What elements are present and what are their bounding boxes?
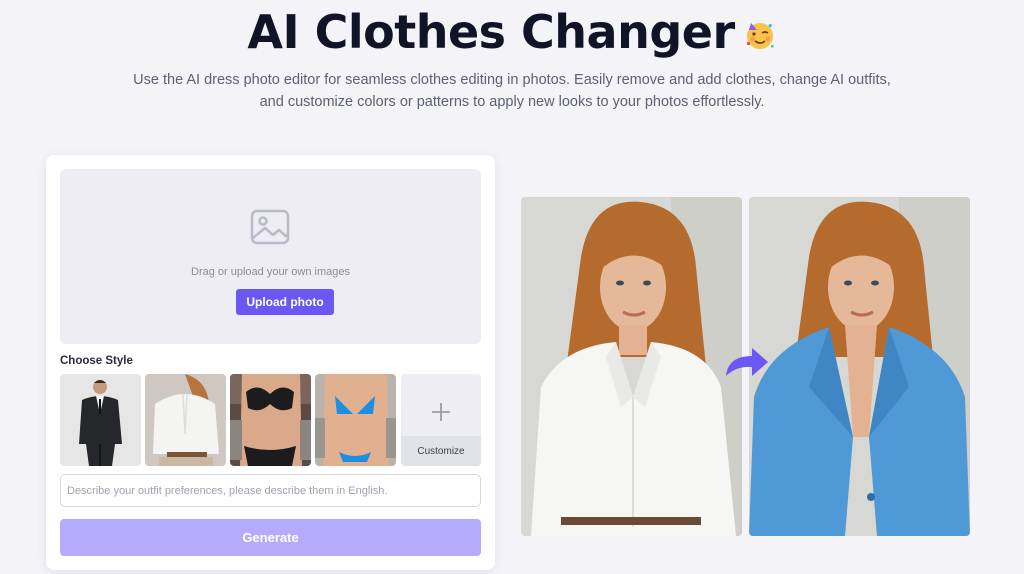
customize-label: Customize [401, 436, 481, 466]
generate-button[interactable]: Generate [60, 519, 481, 556]
style-item-black-suit[interactable] [60, 374, 141, 466]
plus-icon [430, 401, 452, 428]
style-item-white-shirt[interactable] [145, 374, 226, 466]
before-photo [521, 197, 742, 536]
customize-style-button[interactable]: Customize [401, 374, 481, 466]
hero-title-text: AI Clothes Changer [247, 5, 735, 59]
curved-arrow-right-icon [722, 346, 770, 385]
style-item-black-lingerie[interactable] [230, 374, 311, 466]
editor-card: Drag or upload your own images Upload ph… [46, 155, 495, 570]
subtitle-line-2: and customize colors or patterns to appl… [259, 94, 765, 110]
subtitle-line-1: Use the AI dress photo editor for seamle… [133, 72, 891, 88]
after-photo [749, 197, 970, 536]
choose-style-label: Choose Style [60, 355, 133, 367]
party-face-icon [743, 4, 777, 68]
hero-title: AI Clothes Changer [0, 0, 1024, 68]
style-item-blue-bikini[interactable] [315, 374, 396, 466]
outfit-description-input[interactable] [60, 474, 481, 507]
upload-photo-button[interactable]: Upload photo [236, 289, 334, 315]
image-icon [250, 209, 290, 250]
upload-hint: Drag or upload your own images [191, 266, 350, 278]
upload-dropzone[interactable]: Drag or upload your own images Upload ph… [60, 169, 481, 344]
hero-subtitle: Use the AI dress photo editor for seamle… [110, 69, 914, 113]
